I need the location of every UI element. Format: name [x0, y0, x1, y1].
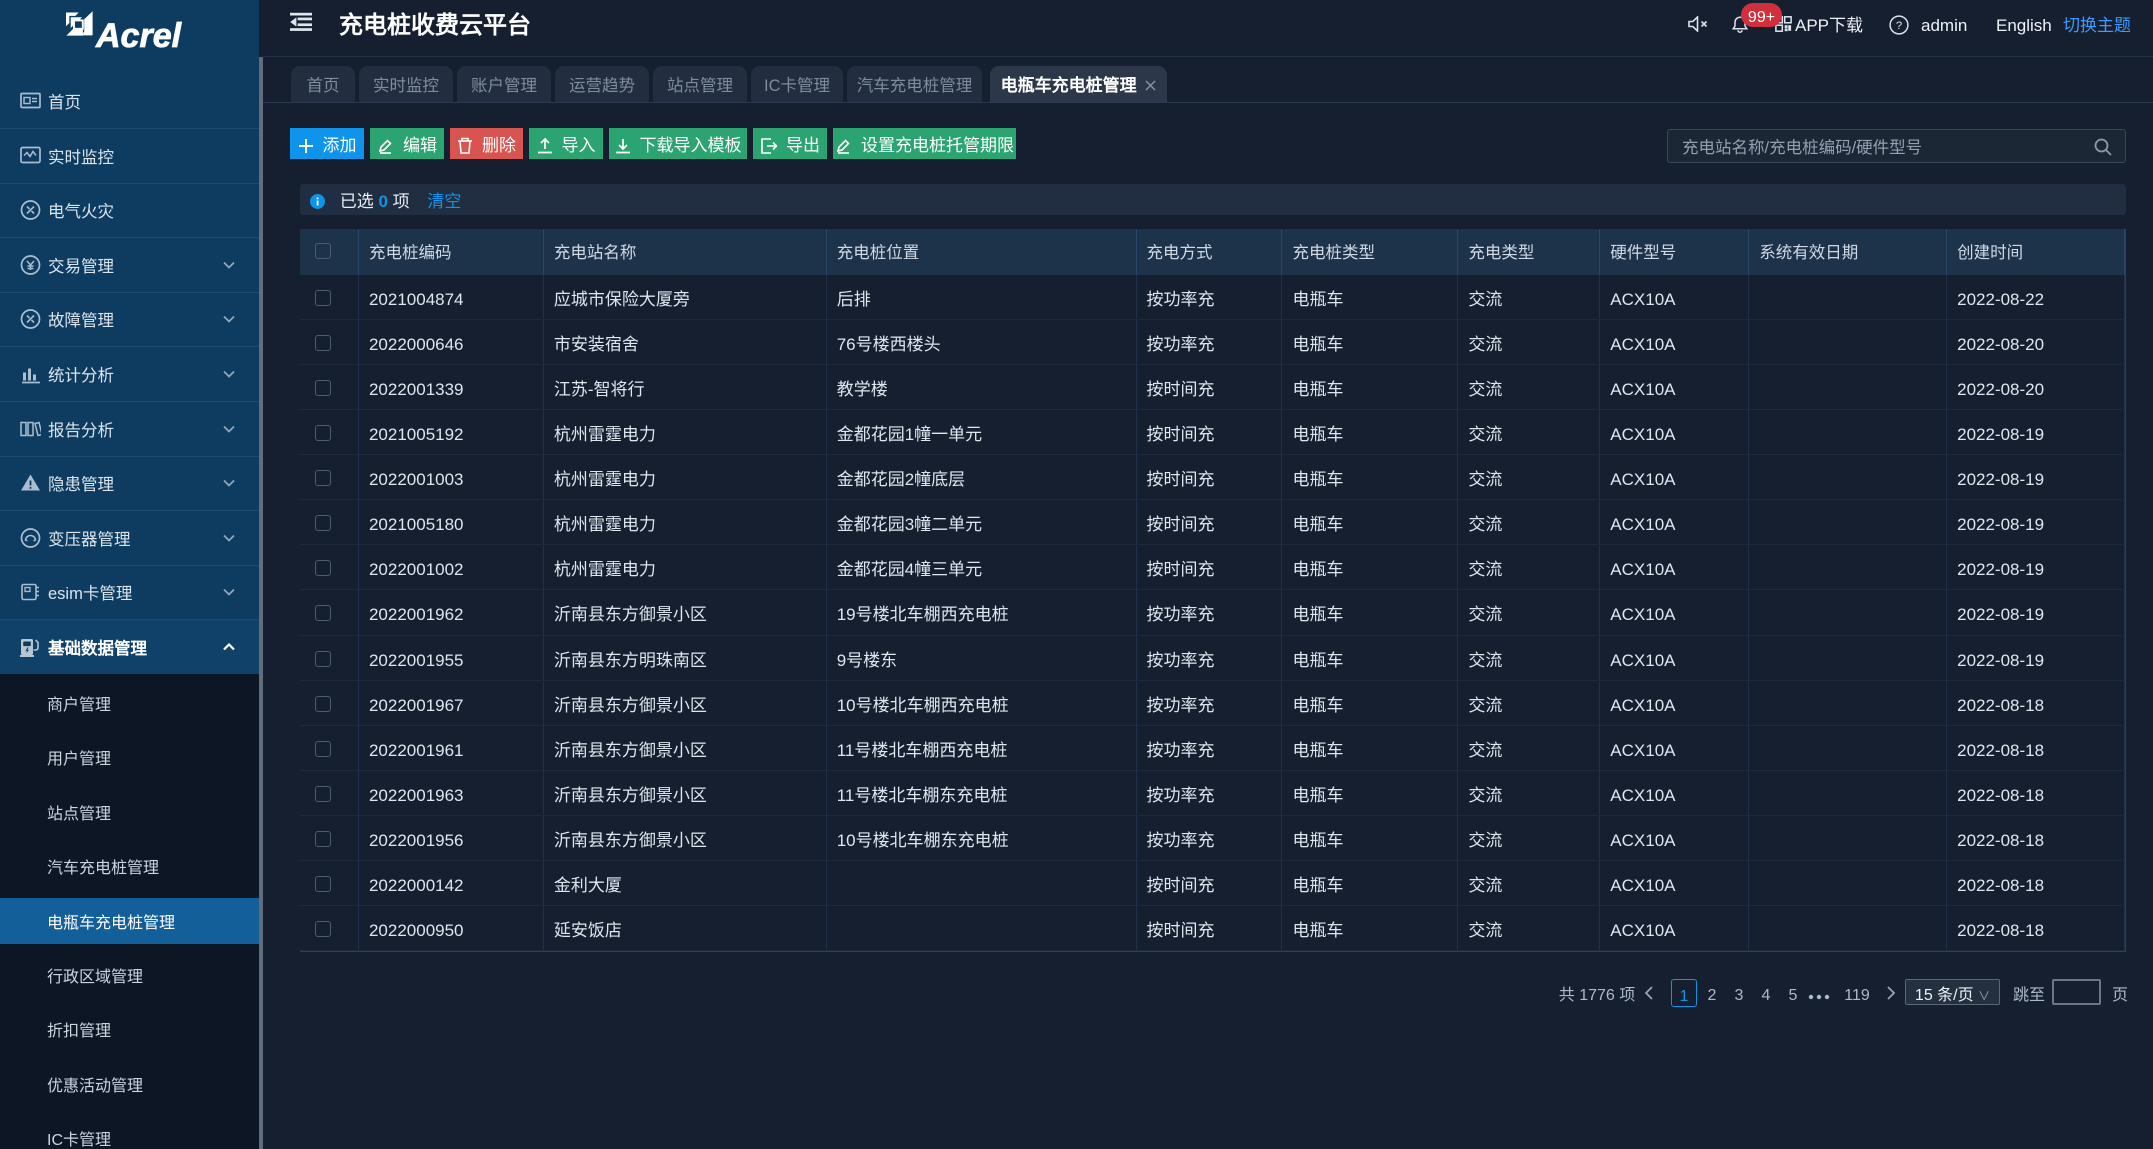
svg-text:?: ? — [1896, 17, 1902, 33]
